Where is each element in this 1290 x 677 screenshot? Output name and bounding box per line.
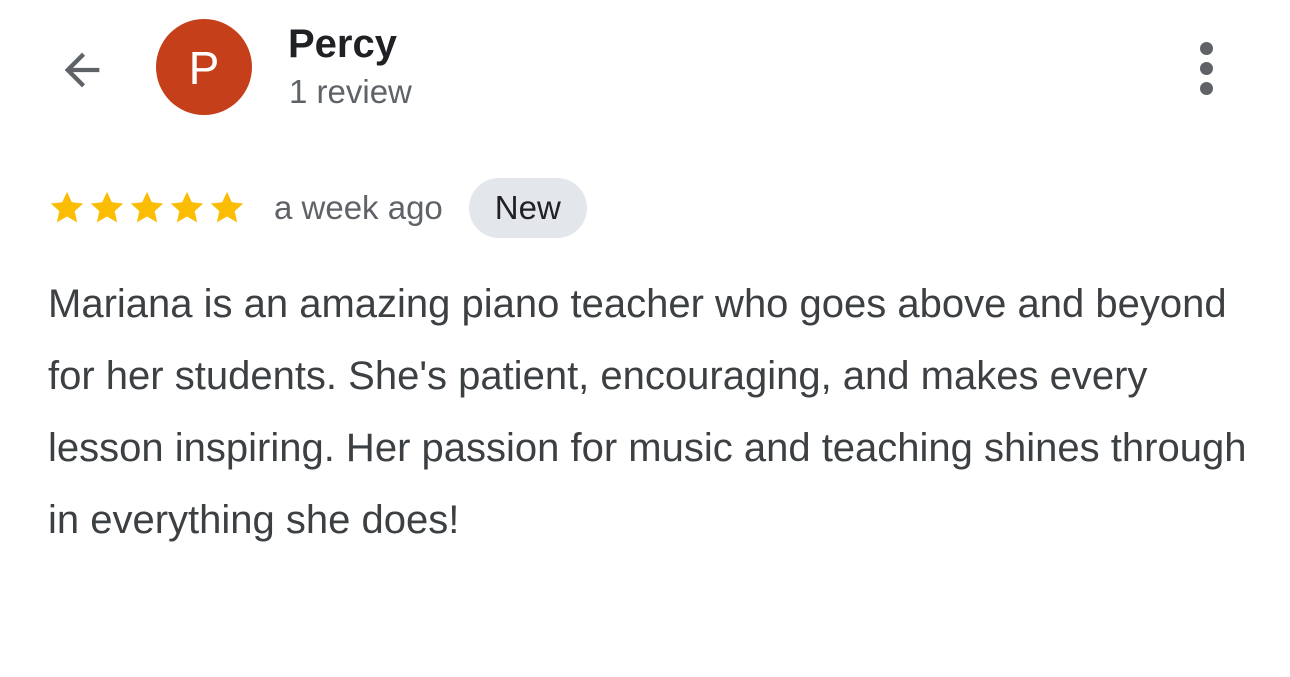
review-page: P Percy 1 review a week ago New Mariana … <box>0 0 1290 677</box>
arrow-left-icon <box>64 52 100 88</box>
star-icon <box>90 191 124 223</box>
star-icon <box>50 191 84 223</box>
more-vert-icon <box>1199 41 1213 95</box>
avatar-letter: P <box>188 42 220 94</box>
back-button[interactable] <box>50 38 114 102</box>
review-text: Mariana is an amazing piano teacher who … <box>48 282 1247 542</box>
new-badge: New <box>468 178 587 238</box>
star-icon <box>130 191 164 223</box>
review-count: 1 review <box>289 73 412 110</box>
star-rating <box>48 189 246 227</box>
star-icon <box>170 191 204 223</box>
review-time: a week ago <box>274 189 443 226</box>
avatar[interactable]: P <box>156 19 252 115</box>
reviewer-name[interactable]: Percy <box>288 20 397 68</box>
star-icon <box>210 191 244 223</box>
more-options-button[interactable] <box>1180 36 1232 100</box>
review-meta: a week ago New <box>48 178 587 238</box>
